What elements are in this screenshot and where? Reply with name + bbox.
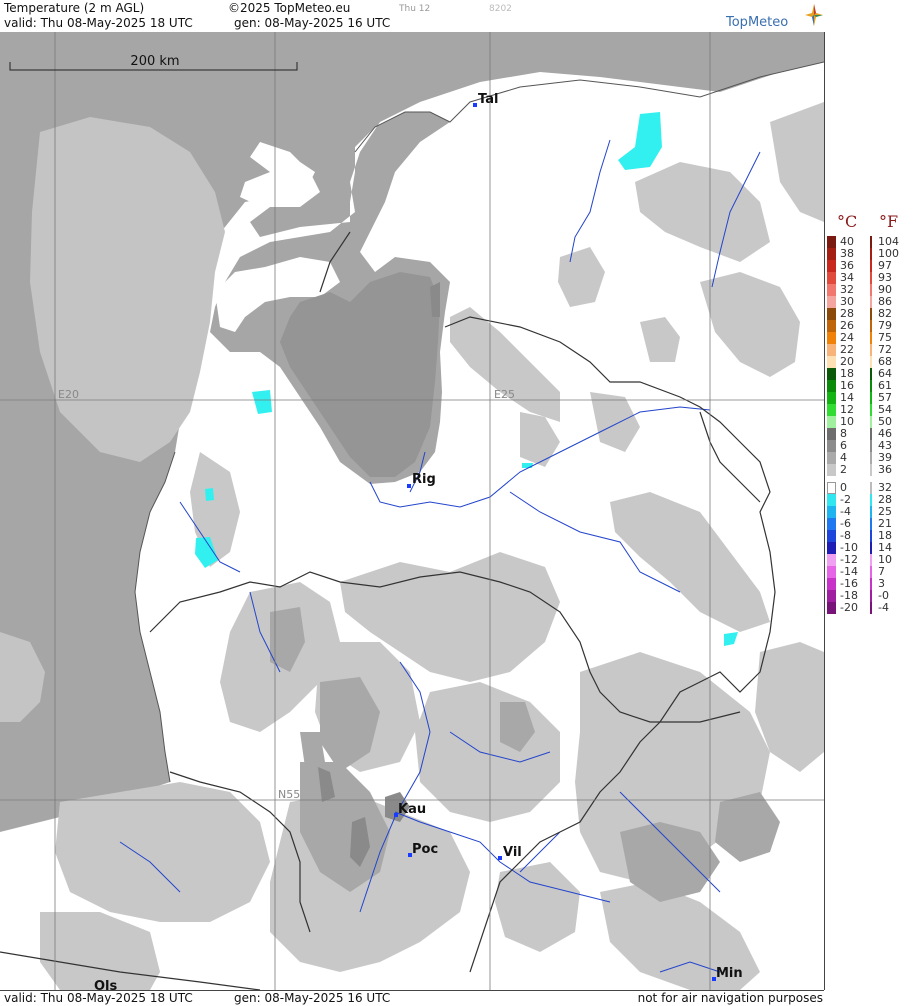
legend-fahrenheit-tick	[870, 566, 872, 578]
legend-swatch	[827, 356, 836, 368]
legend-swatch	[827, 566, 836, 578]
grid-label-n55: N55	[278, 788, 300, 801]
temperature-legend: °C °F 40 104 38 100 36 97 34 93 32 90 30 86 28 82 26 79…	[826, 210, 916, 614]
legend-fahrenheit-tick	[870, 452, 872, 464]
legend-fahrenheit-tick	[870, 494, 872, 506]
legend-fahrenheit-tick	[870, 248, 872, 260]
run-label: Thu 12	[399, 4, 431, 14]
legend-swatch	[827, 236, 836, 248]
city-label-kaunas: Kau	[398, 802, 426, 817]
city-marker-tallinn	[473, 103, 477, 107]
legend-fahrenheit-tick	[870, 464, 872, 476]
map-title: Temperature (2 m AGL)	[4, 1, 145, 15]
grid-label-e20: E20	[58, 388, 79, 401]
legend-swatch	[827, 482, 836, 494]
legend-fahrenheit-tick	[870, 404, 872, 416]
product-code: 8202	[489, 4, 512, 14]
legend-celsius-label: °C	[837, 212, 858, 231]
legend-swatch	[827, 416, 836, 428]
legend-fahrenheit-tick	[870, 272, 872, 284]
legend-swatch	[827, 542, 836, 554]
legend-swatch	[827, 578, 836, 590]
legend-celsius-value: 2	[840, 463, 847, 476]
city-label-riga: Rig	[412, 472, 436, 487]
legend-celsius-value: -20	[840, 601, 858, 614]
legend-fahrenheit-tick	[870, 380, 872, 392]
legend-swatch	[827, 284, 836, 296]
city-label-vilnius: Vil	[503, 845, 522, 860]
legend-fahrenheit-label: °F	[879, 212, 899, 231]
legend-fahrenheit-tick	[870, 602, 872, 614]
legend-swatch	[827, 602, 836, 614]
legend-swatch	[827, 392, 836, 404]
city-marker-riga	[407, 484, 411, 488]
city-label-minsk: Min	[716, 966, 743, 981]
footer-valid-time: valid: Thu 08-May-2025 18 UTC	[4, 991, 193, 1005]
legend-fahrenheit-value: 36	[878, 463, 892, 476]
legend-fahrenheit-tick	[870, 518, 872, 530]
legend-swatch	[827, 464, 836, 476]
legend-fahrenheit-tick	[870, 440, 872, 452]
legend-fahrenheit-tick	[870, 296, 872, 308]
legend-swatch	[827, 440, 836, 452]
legend-swatch	[827, 248, 836, 260]
legend-fahrenheit-tick	[870, 308, 872, 320]
generated-time: gen: 08-May-2025 16 UTC	[234, 16, 391, 30]
legend-swatch	[827, 404, 836, 416]
legend-fahrenheit-tick	[870, 428, 872, 440]
legend-fahrenheit-tick	[870, 578, 872, 590]
legend-fahrenheit-tick	[870, 416, 872, 428]
legend-swatch	[827, 452, 836, 464]
legend-swatch	[827, 344, 836, 356]
legend-swatch	[827, 296, 836, 308]
legend-swatch	[827, 530, 836, 542]
legend-fahrenheit-tick	[870, 356, 872, 368]
legend-fahrenheit-tick	[870, 320, 872, 332]
legend-fahrenheit-tick	[870, 284, 872, 296]
legend-swatch	[827, 368, 836, 380]
legend-fahrenheit-tick	[870, 332, 872, 344]
legend-swatch	[827, 332, 836, 344]
legend-swatch	[827, 260, 836, 272]
legend-fahrenheit-tick	[870, 368, 872, 380]
legend-swatch	[827, 554, 836, 566]
legend-swatch	[827, 518, 836, 530]
legend-fahrenheit-tick	[870, 236, 872, 248]
header-bar: Temperature (2 m AGL) ©2025 TopMeteo.eu …	[0, 0, 824, 33]
city-marker-vilnius	[498, 856, 502, 860]
legend-swatch	[827, 308, 836, 320]
legend-fahrenheit-tick	[870, 554, 872, 566]
logo-text: TopMeteo	[726, 15, 789, 30]
legend-fahrenheit-value: -4	[878, 601, 889, 614]
legend-swatch	[827, 494, 836, 506]
copyright-text: ©2025 TopMeteo.eu	[228, 1, 351, 15]
legend-fahrenheit-tick	[870, 392, 872, 404]
footer-generated-time: gen: 08-May-2025 16 UTC	[234, 991, 391, 1005]
legend-fahrenheit-tick	[870, 542, 872, 554]
legend-fahrenheit-tick	[870, 506, 872, 518]
legend-fahrenheit-tick	[870, 530, 872, 542]
scale-label: 200 km	[130, 54, 179, 69]
city-label-olsztyn: Ols	[94, 979, 118, 990]
legend-swatch	[827, 506, 836, 518]
temperature-map[interactable]: E20 E25 N55 200 km Tal Rig Kau Poc Vil M…	[0, 32, 825, 990]
legend-swatch	[827, 320, 836, 332]
legend-swatch	[827, 380, 836, 392]
city-label-poc: Poc	[412, 842, 438, 857]
topmeteo-logo: TopMeteo	[726, 3, 824, 31]
legend-fahrenheit-tick	[870, 590, 872, 602]
legend-swatch	[827, 590, 836, 602]
legend-swatch	[827, 428, 836, 440]
footer-bar: valid: Thu 08-May-2025 18 UTC gen: 08-Ma…	[0, 990, 824, 1006]
legend-fahrenheit-tick	[870, 482, 872, 494]
compass-star-icon	[805, 4, 823, 26]
grid-label-e25: E25	[494, 388, 515, 401]
legend-fahrenheit-tick	[870, 344, 872, 356]
valid-time: valid: Thu 08-May-2025 18 UTC	[4, 16, 193, 30]
legend-swatch	[827, 272, 836, 284]
legend-fahrenheit-tick	[870, 260, 872, 272]
footer-disclaimer: not for air navigation purposes	[637, 991, 823, 1005]
city-label-tallinn: Tal	[478, 92, 498, 107]
